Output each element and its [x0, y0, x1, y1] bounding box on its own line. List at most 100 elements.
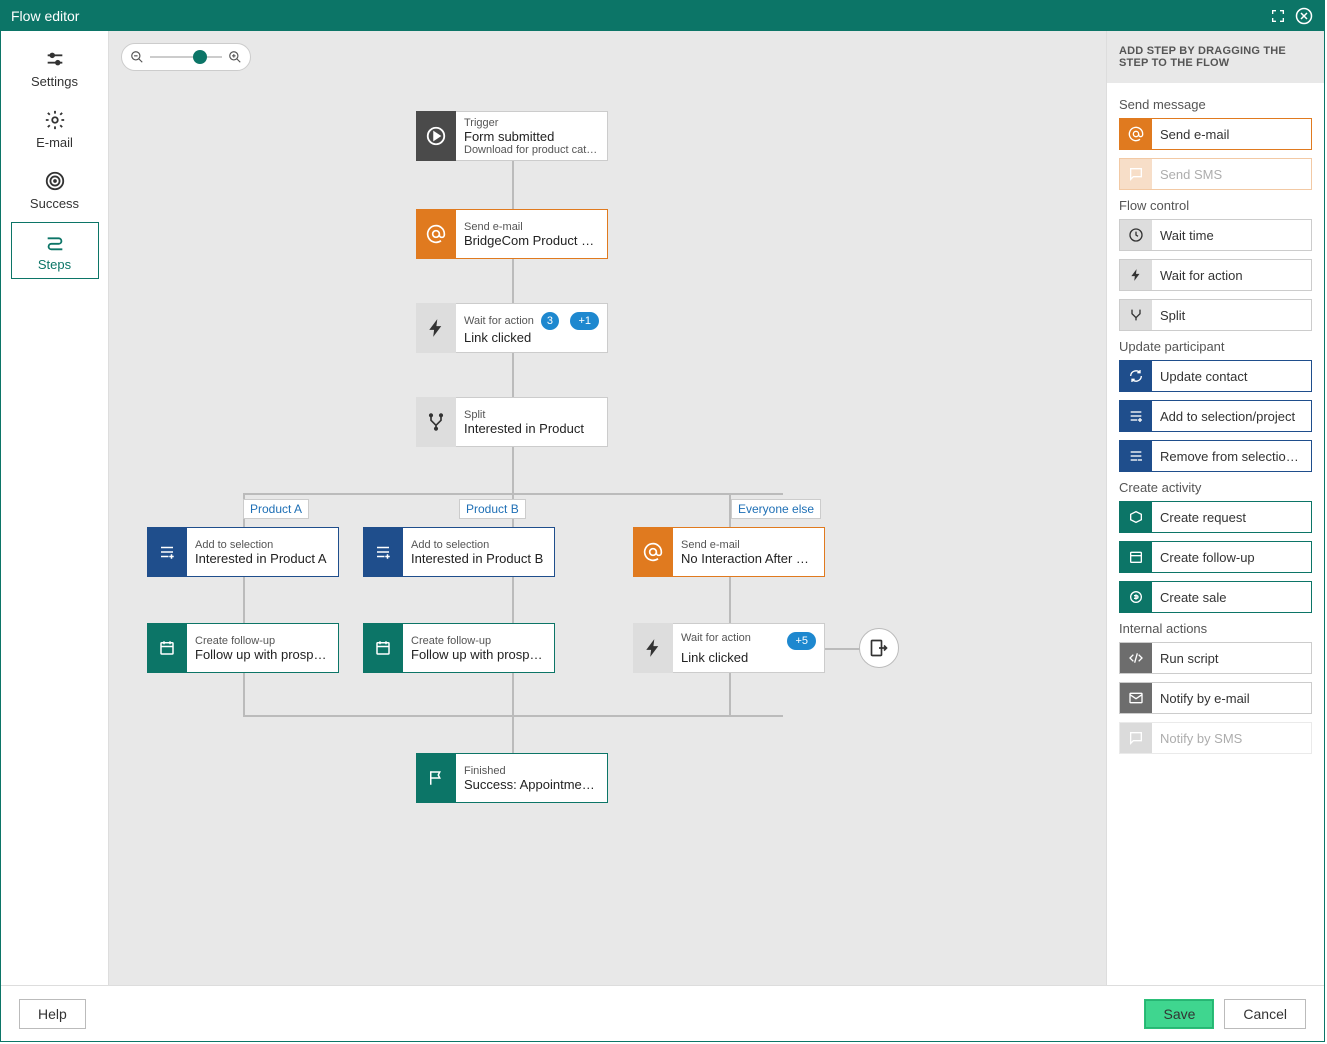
step-label: Split: [1152, 308, 1311, 323]
badge-plus: +5: [787, 632, 816, 650]
node-main: No Interaction After Cata...: [681, 551, 816, 566]
step-label: Send e-mail: [1152, 127, 1311, 142]
step-run-script[interactable]: Run script: [1119, 642, 1312, 674]
step-create-sale[interactable]: Create sale: [1119, 581, 1312, 613]
node-add-selection-a[interactable]: Add to selection Interested in Product A: [147, 527, 339, 577]
step-update-contact[interactable]: Update contact: [1119, 360, 1312, 392]
target-icon: [14, 170, 96, 192]
code-icon: [1120, 643, 1152, 673]
list-add-icon: [1120, 401, 1152, 431]
node-small: Wait for action +5: [681, 632, 816, 650]
at-icon: [1120, 119, 1152, 149]
clock-icon: [1120, 220, 1152, 250]
fullscreen-icon[interactable]: [1268, 6, 1288, 26]
step-create-followup[interactable]: Create follow-up: [1119, 541, 1312, 573]
step-label: Create follow-up: [1152, 550, 1311, 565]
node-trigger[interactable]: Trigger Form submitted Download for prod…: [416, 111, 608, 161]
nav-email[interactable]: E-mail: [11, 100, 99, 157]
node-finished[interactable]: Finished Success: Appointment cr...: [416, 753, 608, 803]
step-split[interactable]: Split: [1119, 299, 1312, 331]
steps-icon: [14, 231, 96, 253]
calendar-icon: [147, 623, 187, 673]
node-small: Send e-mail: [464, 221, 599, 233]
ticket-icon: [1120, 502, 1152, 532]
node-small: Create follow-up: [195, 635, 330, 647]
node-send-email-c[interactable]: Send e-mail No Interaction After Cata...: [633, 527, 825, 577]
nav-settings[interactable]: Settings: [11, 39, 99, 96]
close-icon[interactable]: [1294, 6, 1314, 26]
zoom-out-icon[interactable]: [130, 50, 144, 64]
node-small: Trigger: [464, 117, 599, 129]
zoom-slider[interactable]: [150, 56, 222, 58]
connector: [243, 493, 783, 495]
node-small: Create follow-up: [411, 635, 546, 647]
node-small: Finished: [464, 765, 599, 777]
node-main: Link clicked: [681, 650, 816, 665]
node-add-selection-b[interactable]: Add to selection Interested in Product B: [363, 527, 555, 577]
chat-icon: [1120, 159, 1152, 189]
node-main: BridgeCom Product Cata...: [464, 233, 599, 248]
step-create-request[interactable]: Create request: [1119, 501, 1312, 533]
step-wait-time[interactable]: Wait time: [1119, 219, 1312, 251]
node-wait-action-c[interactable]: Wait for action +5 Link clicked: [633, 623, 825, 673]
cancel-button[interactable]: Cancel: [1224, 999, 1306, 1029]
nav-success-label: Success: [14, 196, 96, 211]
zoom-in-icon[interactable]: [228, 50, 242, 64]
step-add-selection[interactable]: Add to selection/project: [1119, 400, 1312, 432]
refresh-icon: [1120, 361, 1152, 391]
steps-panel: ADD STEP BY DRAGGING THE STEP TO THE FLO…: [1106, 31, 1324, 985]
step-label: Run script: [1152, 651, 1311, 666]
step-label: Wait for action: [1152, 268, 1311, 283]
nav-steps[interactable]: Steps: [11, 222, 99, 279]
step-label: Notify by SMS: [1152, 731, 1311, 746]
node-wait-action-1[interactable]: Wait for action 3 +1 Link clicked: [416, 303, 608, 353]
list-add-icon: [147, 527, 187, 577]
window-title: Flow editor: [11, 8, 1262, 24]
help-button[interactable]: Help: [19, 999, 86, 1029]
node-followup-a[interactable]: Create follow-up Follow up with prospect…: [147, 623, 339, 673]
node-small: Add to selection: [411, 539, 546, 551]
node-main: Form submitted: [464, 129, 599, 144]
sliders-icon: [14, 48, 96, 70]
section-create-activity: Create activity: [1119, 480, 1312, 495]
section-send-message: Send message: [1119, 97, 1312, 112]
chat-icon: [1120, 723, 1152, 753]
step-label: Notify by e-mail: [1152, 691, 1311, 706]
section-update-participant: Update participant: [1119, 339, 1312, 354]
list-remove-icon: [1120, 441, 1152, 471]
mail-icon: [1120, 683, 1152, 713]
node-small: Split: [464, 409, 599, 421]
step-wait-action[interactable]: Wait for action: [1119, 259, 1312, 291]
flag-icon: [416, 753, 456, 803]
step-send-sms: Send SMS: [1119, 158, 1312, 190]
node-main: Interested in Product: [464, 421, 599, 436]
sale-icon: [1120, 582, 1152, 612]
step-notify-email[interactable]: Notify by e-mail: [1119, 682, 1312, 714]
step-label: Create request: [1152, 510, 1311, 525]
editor-body: Settings E-mail Success Steps: [1, 31, 1324, 985]
node-small: Send e-mail: [681, 539, 816, 551]
bolt-icon: [1120, 260, 1152, 290]
zoom-control[interactable]: [121, 43, 251, 71]
node-small: Add to selection: [195, 539, 330, 551]
titlebar: Flow editor: [1, 1, 1324, 31]
split-icon: [1120, 300, 1152, 330]
step-remove-selection[interactable]: Remove from selection/...: [1119, 440, 1312, 472]
node-followup-b[interactable]: Create follow-up Follow up with prospect…: [363, 623, 555, 673]
node-split[interactable]: Split Interested in Product: [416, 397, 608, 447]
node-send-email-1[interactable]: Send e-mail BridgeCom Product Cata...: [416, 209, 608, 259]
at-icon: [416, 209, 456, 259]
panel-header: ADD STEP BY DRAGGING THE STEP TO THE FLO…: [1107, 31, 1324, 83]
step-send-email[interactable]: Send e-mail: [1119, 118, 1312, 150]
nav-email-label: E-mail: [14, 135, 96, 150]
flow-canvas[interactable]: Product A Product B Everyone else Trigge…: [109, 31, 1106, 985]
exit-node-icon[interactable]: [859, 628, 899, 668]
save-button[interactable]: Save: [1144, 999, 1214, 1029]
nav-success[interactable]: Success: [11, 161, 99, 218]
gear-icon: [14, 109, 96, 131]
connector: [243, 715, 783, 717]
node-main: Link clicked: [464, 330, 599, 345]
at-icon: [633, 527, 673, 577]
play-icon: [416, 111, 456, 161]
section-flow-control: Flow control: [1119, 198, 1312, 213]
